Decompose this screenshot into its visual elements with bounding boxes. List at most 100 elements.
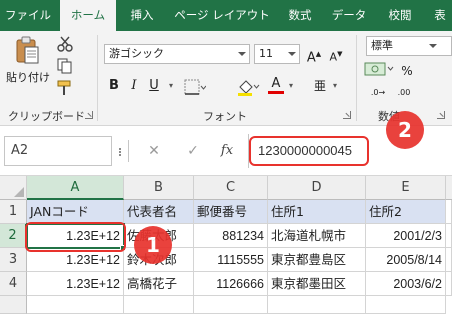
font-color-icon: A	[271, 76, 281, 91]
cell-f1[interactable]	[446, 200, 452, 224]
cell-d3[interactable]: 東京都豊島区	[268, 248, 366, 272]
row-header-3[interactable]: 3	[0, 248, 27, 272]
tab-page-layout[interactable]: ページ レイアウト	[168, 0, 276, 31]
cell-a5[interactable]	[27, 296, 124, 314]
cell-e3[interactable]: 2005/8/14	[366, 248, 446, 272]
underline-button[interactable]: U	[146, 76, 162, 96]
italic-button[interactable]: I	[126, 76, 142, 96]
cell-c3[interactable]: 1115555	[194, 248, 268, 272]
column-header-d[interactable]: D	[268, 176, 366, 200]
row-header-4[interactable]: 4	[0, 272, 27, 296]
formula-value: 1230000000045	[258, 143, 352, 158]
cell-a3[interactable]: 1.23E+12	[27, 248, 124, 272]
tab-formulas[interactable]: 数式	[280, 0, 320, 31]
group-divider	[97, 35, 98, 121]
font-color-swatch	[268, 91, 284, 94]
cell-e5[interactable]	[366, 296, 446, 314]
row-header-2[interactable]: 2	[0, 224, 27, 248]
cell-f3[interactable]	[446, 248, 452, 272]
cell-f2[interactable]	[446, 224, 452, 248]
tab-insert[interactable]: 挿入	[120, 0, 164, 31]
formula-bar-divider	[128, 140, 129, 162]
phonetic-icon: 亜	[313, 79, 326, 93]
shrink-font-button[interactable]: A▼	[328, 44, 344, 64]
number-format-value: 標準	[371, 39, 393, 52]
cell-a1[interactable]: JANコード	[27, 200, 124, 224]
cell-b1[interactable]: 代表者名	[124, 200, 194, 224]
cell-d4[interactable]: 東京都墨田区	[268, 272, 366, 296]
cell-b4[interactable]: 高橋花子	[124, 272, 194, 296]
font-size-value: 11	[259, 47, 273, 60]
grow-font-button[interactable]: A▲	[306, 44, 322, 66]
confirm-entry-button[interactable]: ✓	[184, 140, 202, 162]
cell-e2[interactable]: 2001/2/3	[366, 224, 446, 248]
shrink-font-icon: A	[329, 50, 338, 64]
font-name-dropdown[interactable]: 游ゴシック	[104, 44, 250, 64]
more-options-icon[interactable]	[116, 148, 124, 156]
column-header-f[interactable]	[446, 176, 452, 200]
cell-a2[interactable]: 1.23E+12	[27, 224, 124, 248]
cell-c2[interactable]: 881234	[194, 224, 268, 248]
fill-handle[interactable]	[120, 245, 126, 251]
fill-color-icon[interactable]	[236, 78, 260, 96]
tab-view[interactable]: 表	[428, 0, 452, 31]
chevron-down-icon	[429, 44, 437, 48]
bold-button[interactable]: B	[106, 76, 122, 96]
insert-function-button[interactable]: fx	[218, 140, 236, 162]
accounting-format-icon[interactable]	[364, 61, 394, 77]
font-size-dropdown[interactable]: 11	[254, 44, 300, 64]
cell-a4[interactable]: 1.23E+12	[27, 272, 124, 296]
select-all-corner[interactable]	[0, 176, 27, 200]
cancel-entry-button[interactable]: ✕	[145, 140, 163, 162]
column-header-b[interactable]: B	[124, 176, 194, 200]
cell-d5[interactable]	[268, 296, 366, 314]
cell-e4[interactable]: 2003/6/2	[366, 272, 446, 296]
phonetic-guide-button[interactable]: 亜	[312, 76, 328, 96]
spreadsheet-grid: A B C D E 1 2 3 4 JANコード 代表者名 郵便番号 住所1 住…	[0, 176, 452, 314]
chevron-down-icon[interactable]: ▾	[330, 76, 340, 96]
number-format-dropdown[interactable]: 標準	[366, 36, 452, 56]
grow-font-icon: A	[306, 50, 316, 66]
chevron-down-icon[interactable]: ▾	[286, 76, 296, 96]
font-group-label: フォント	[203, 110, 247, 123]
name-box[interactable]: A2	[4, 136, 112, 166]
chevron-down-icon[interactable]: ▾	[166, 76, 176, 96]
format-painter-icon[interactable]	[56, 80, 74, 96]
increase-decimal-button[interactable]: .0→	[366, 83, 390, 103]
tab-file[interactable]: ファイル	[0, 0, 56, 31]
callout-badge-1: 1	[134, 226, 172, 264]
paste-label: 貼り付け	[6, 71, 50, 84]
tab-review[interactable]: 校閲	[378, 0, 422, 31]
percent-style-button[interactable]: %	[398, 61, 416, 81]
font-color-button[interactable]: A	[268, 76, 284, 96]
cell-c5[interactable]	[194, 296, 268, 314]
cell-f4[interactable]	[446, 272, 452, 296]
decrease-decimal-button[interactable]: .00	[392, 83, 416, 103]
cell-b5[interactable]	[124, 296, 194, 314]
tab-home[interactable]: ホーム	[60, 0, 116, 31]
tab-data[interactable]: データ	[326, 0, 372, 31]
borders-icon[interactable]	[184, 79, 206, 95]
font-name-value: 游ゴシック	[109, 47, 164, 60]
callout-badge-2: 2	[386, 111, 424, 149]
ribbon: 貼り付け クリップボード 游ゴシック 11 A▲ A▼ B I U ▾ A ▾ …	[0, 31, 452, 126]
clipboard-launcher-icon[interactable]	[85, 111, 93, 119]
column-header-e[interactable]: E	[366, 176, 446, 200]
select-all-icon	[14, 187, 24, 197]
paste-icon	[16, 36, 39, 64]
row-header-5[interactable]	[0, 296, 27, 314]
cell-d2[interactable]: 北海道札幌市	[268, 224, 366, 248]
cut-icon[interactable]	[56, 36, 74, 52]
paste-button[interactable]	[14, 36, 40, 66]
chevron-down-icon	[238, 52, 246, 56]
cell-c1[interactable]: 郵便番号	[194, 200, 268, 224]
font-launcher-icon[interactable]	[343, 111, 351, 119]
number-launcher-icon[interactable]	[437, 111, 445, 119]
row-header-1[interactable]: 1	[0, 200, 27, 224]
cell-d1[interactable]: 住所1	[268, 200, 366, 224]
column-header-c[interactable]: C	[194, 176, 268, 200]
cell-c4[interactable]: 1126666	[194, 272, 268, 296]
cell-e1[interactable]: 住所2	[366, 200, 446, 224]
column-header-a[interactable]: A	[27, 176, 124, 200]
copy-icon[interactable]	[56, 58, 74, 74]
